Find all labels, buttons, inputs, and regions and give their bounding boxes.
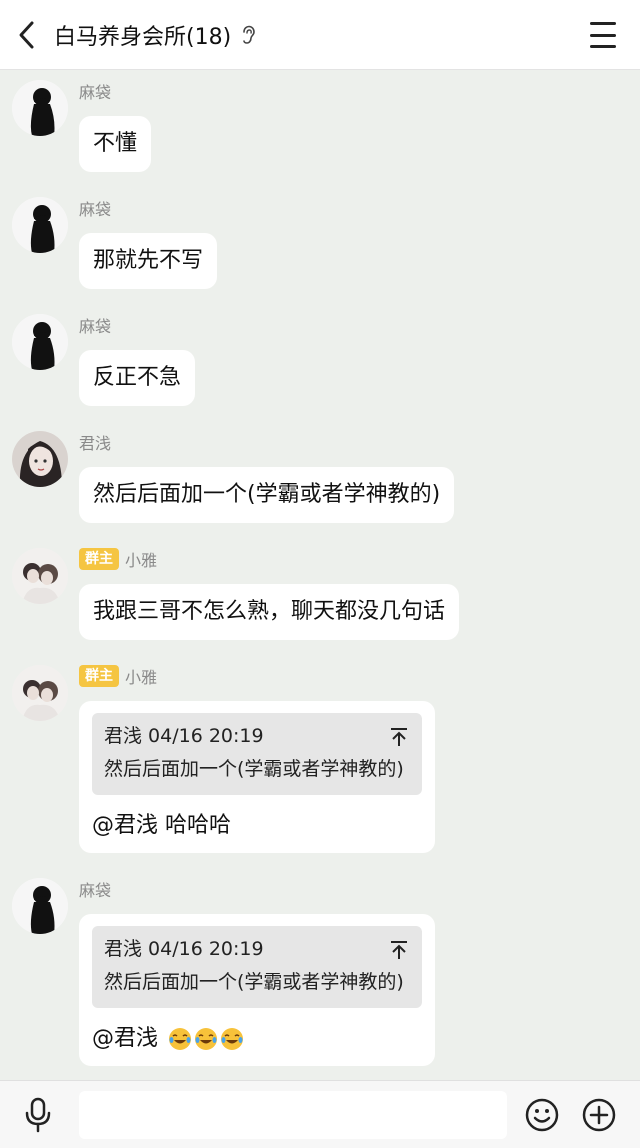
avatar[interactable] xyxy=(12,314,68,370)
quote-author-time: 君浅 04/16 20:19 xyxy=(104,725,264,747)
avatar[interactable] xyxy=(12,197,68,253)
message-meta: 麻袋 xyxy=(79,80,111,102)
message-item: 君浅 然后后面加一个(学霸或者学神教的) xyxy=(0,421,640,539)
microphone-icon[interactable] xyxy=(22,1097,54,1133)
menu-button[interactable] xyxy=(590,22,616,48)
message-text: 反正不急 xyxy=(93,365,182,390)
message-text: 那就先不写 xyxy=(93,248,204,273)
message-text: @君浅 xyxy=(92,1026,159,1051)
message-text: 不懂 xyxy=(93,131,138,156)
message-bubble[interactable]: 反正不急 xyxy=(79,350,196,406)
message-meta: 麻袋 xyxy=(79,878,111,900)
menu-line xyxy=(590,45,616,48)
sender-name[interactable]: 小雅 xyxy=(125,664,157,688)
message-meta: 君浅 xyxy=(79,431,111,453)
sender-name[interactable]: 麻袋 xyxy=(79,196,111,220)
group-name: 白马养身会所(18) xyxy=(54,24,232,50)
sender-name[interactable]: 小雅 xyxy=(125,547,157,571)
reply-bubble[interactable]: 君浅 04/16 20:19 然后后面加一个(学霸或者学神教的) @君浅 哈哈哈 xyxy=(79,701,435,853)
tears-of-joy-emoji xyxy=(169,1028,192,1050)
input-bar xyxy=(0,1080,640,1148)
chat-title[interactable]: 白马养身会所(18) xyxy=(54,19,255,51)
message-bubble[interactable]: 然后后面加一个(学霸或者学神教的) xyxy=(79,467,455,523)
message-list[interactable]: 麻袋 不懂 麻袋 那就先不写 麻袋 反正不急 君浅 然后后面加一个(学霸或者学神… xyxy=(0,70,640,1080)
message-meta: 麻袋 xyxy=(79,314,111,336)
owner-badge: 群主 xyxy=(79,665,119,687)
sender-name[interactable]: 麻袋 xyxy=(79,313,111,337)
avatar[interactable] xyxy=(12,80,68,136)
message-text: @君浅 哈哈哈 xyxy=(92,813,231,838)
avatar[interactable] xyxy=(12,665,68,721)
message-bubble[interactable]: 我跟三哥不怎么熟，聊天都没几句话 xyxy=(79,584,460,640)
plus-circle-icon[interactable] xyxy=(582,1098,616,1132)
message-item: 群主 小雅 我跟三哥不怎么熟，聊天都没几句话 xyxy=(0,538,640,656)
message-bubble[interactable]: 不懂 xyxy=(79,116,152,172)
message-meta: 群主 小雅 xyxy=(79,548,157,570)
jump-to-original-icon[interactable] xyxy=(390,940,408,960)
message-item: 群主 小雅 君浅 04/16 20:19 然后后面加一个(学霸或者学神教的) @… xyxy=(0,655,640,868)
message-meta: 群主 小雅 xyxy=(79,665,157,687)
avatar[interactable] xyxy=(12,878,68,934)
reply-bubble[interactable]: 君浅 04/16 20:19 然后后面加一个(学霸或者学神教的) @君浅 xyxy=(79,914,435,1066)
sender-name[interactable]: 君浅 xyxy=(79,430,111,454)
menu-line xyxy=(590,33,616,37)
quoted-message[interactable]: 君浅 04/16 20:19 然后后面加一个(学霸或者学神教的) xyxy=(92,926,422,1008)
message-bubble[interactable]: 那就先不写 xyxy=(79,233,218,289)
smiley-icon[interactable] xyxy=(525,1098,559,1132)
sender-name[interactable]: 麻袋 xyxy=(79,79,111,103)
quote-text: 然后后面加一个(学霸或者学神教的) xyxy=(104,758,404,780)
avatar[interactable] xyxy=(12,548,68,604)
message-item: 麻袋 那就先不写 xyxy=(0,187,640,305)
hamburger-menu-icon xyxy=(590,22,616,25)
message-meta: 麻袋 xyxy=(79,197,111,219)
message-item: 麻袋 君浅 04/16 20:19 然后后面加一个(学霸或者学神教的) @君浅 xyxy=(0,868,640,1080)
quoted-message[interactable]: 君浅 04/16 20:19 然后后面加一个(学霸或者学神教的) xyxy=(92,713,422,795)
quote-author-time: 君浅 04/16 20:19 xyxy=(104,938,264,960)
quote-text: 然后后面加一个(学霸或者学神教的) xyxy=(104,971,404,993)
message-item: 麻袋 不懂 xyxy=(0,70,640,188)
message-text: 我跟三哥不怎么熟，聊天都没几句话 xyxy=(93,599,446,624)
avatar[interactable] xyxy=(12,431,68,487)
sender-name[interactable]: 麻袋 xyxy=(79,877,111,901)
owner-badge: 群主 xyxy=(79,548,119,570)
message-item: 麻袋 反正不急 xyxy=(0,304,640,422)
tears-of-joy-emoji xyxy=(195,1028,218,1050)
tears-of-joy-emoji xyxy=(221,1028,244,1050)
message-input[interactable] xyxy=(79,1091,507,1139)
chevron-left-icon xyxy=(19,21,34,48)
chat-header: 白马养身会所(18) xyxy=(0,0,640,70)
ear-icon xyxy=(241,25,255,45)
back-button[interactable] xyxy=(0,0,54,70)
message-text: 然后后面加一个(学霸或者学神教的) xyxy=(93,482,441,507)
jump-to-original-icon[interactable] xyxy=(390,727,408,747)
